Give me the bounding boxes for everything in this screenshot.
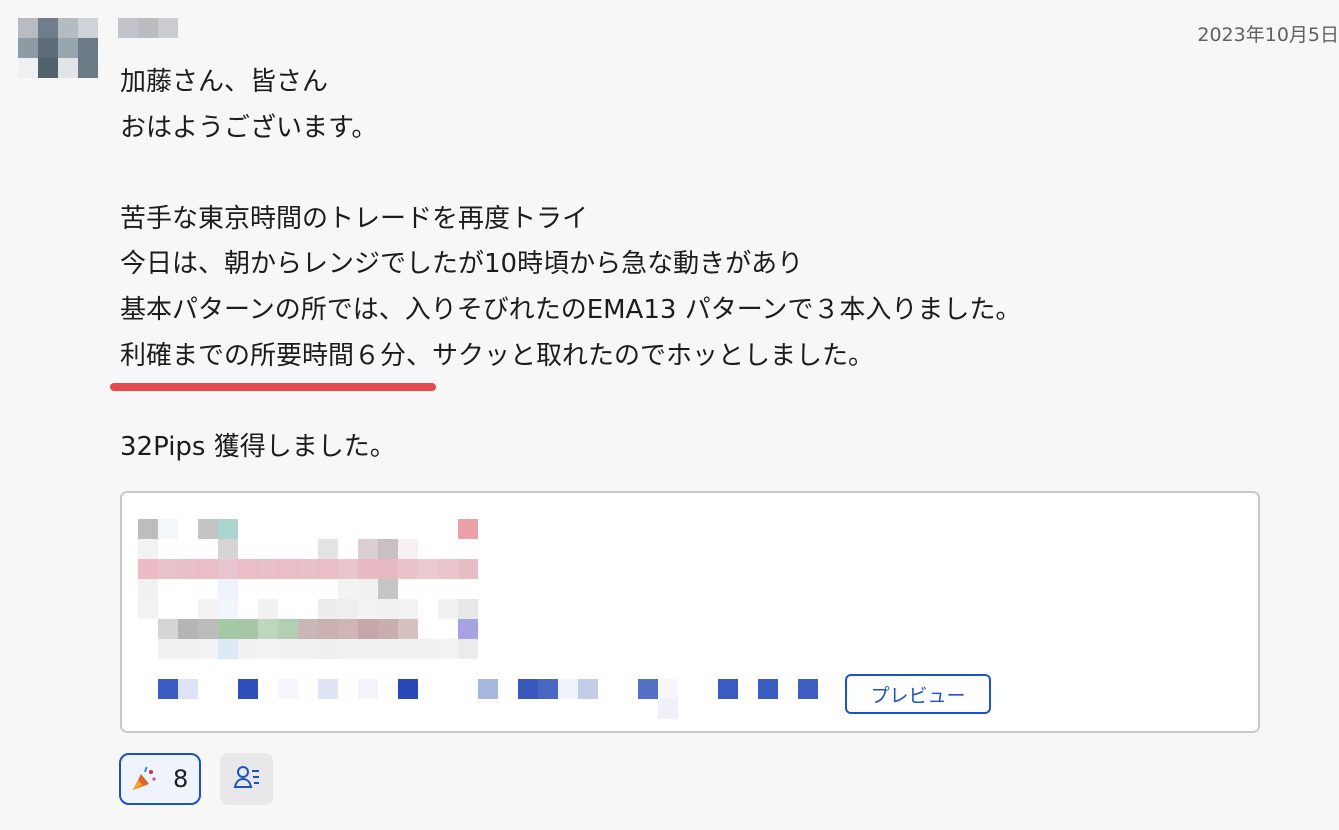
tada-icon — [129, 764, 159, 794]
reaction-button[interactable]: 8 — [119, 753, 201, 805]
preview-button[interactable]: プレビュー — [845, 674, 991, 714]
message-line — [120, 151, 1021, 197]
attachment-card[interactable]: プレビュー — [120, 491, 1260, 733]
message-line: 苦手な東京時間のトレードを再度トライ — [120, 203, 589, 234]
message-line: 加藤さん、皆さん — [120, 67, 329, 97]
message-body: 加藤さん、皆さん おはようございます。 苦手な東京時間のトレードを再度トライ 今… — [110, 60, 1022, 470]
message-line: おはようございます。 — [120, 112, 378, 143]
username[interactable] — [118, 18, 178, 38]
user-list-button[interactable] — [220, 753, 273, 805]
message-line: 32Pips 獲得しました。 — [120, 431, 396, 462]
attachment-link-text[interactable] — [138, 679, 818, 719]
reaction-count: 8 — [173, 765, 189, 793]
highlighted-text-content: 利確までの所要時間６分、 — [120, 340, 433, 371]
message-line: 今日は、朝からレンジでしたが10時頃から急な動きがあり — [120, 249, 804, 280]
attachment-thumbnail — [138, 519, 478, 659]
timestamp[interactable]: 2023年10月5日 — [1197, 20, 1339, 47]
avatar[interactable] — [18, 18, 98, 78]
highlighted-text: 利確までの所要時間６分、 — [110, 334, 437, 392]
user-list-icon — [232, 762, 262, 796]
message-text: サクッと取れたのでホッとしました。 — [432, 340, 875, 371]
message-line: 基本パターンの所では、入りそびれたのEMA13 パターンで３本入りました。 — [120, 294, 1022, 325]
message-line: 利確までの所要時間６分、 サクッと取れたのでホッとしました。 — [110, 334, 1021, 392]
red-underline-annotation — [110, 383, 437, 392]
